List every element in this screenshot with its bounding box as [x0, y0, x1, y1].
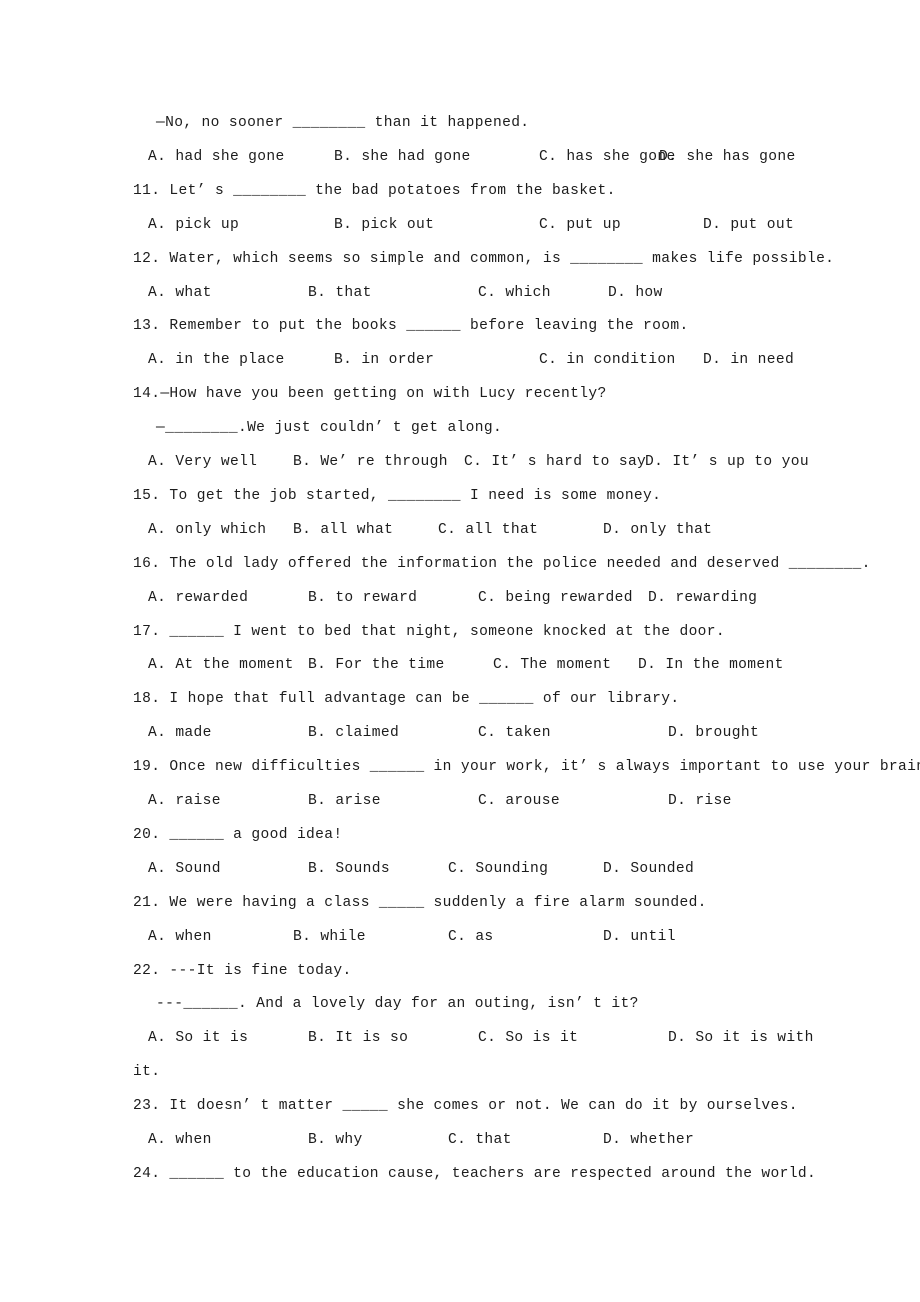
option-a[interactable]: A. in the place [148, 350, 285, 370]
option-b[interactable]: B. pick out [334, 215, 434, 235]
option-d[interactable]: D. until [603, 927, 676, 947]
option-c[interactable]: C. It’ s hard to say [464, 452, 646, 472]
option-c[interactable]: C. The moment [493, 655, 611, 675]
option-a[interactable]: A. when [148, 1130, 212, 1150]
option-b[interactable]: B. while [293, 927, 366, 947]
text-continuation: it. [133, 1064, 161, 1081]
option-c[interactable]: C. has she gone [539, 147, 676, 167]
option-d[interactable]: D. rise [668, 791, 732, 811]
option-a[interactable]: A. raise [148, 791, 221, 811]
option-a[interactable]: A. rewarded [148, 588, 248, 608]
option-d[interactable]: D. she has gone [659, 147, 796, 167]
option-c[interactable]: C. being rewarded [478, 588, 633, 608]
option-row: A. At the moment B. For the time C. The mo… [148, 655, 848, 675]
option-d[interactable]: D. whether [603, 1130, 694, 1150]
option-c[interactable]: C. in condition [539, 350, 676, 370]
option-c[interactable]: C. taken [478, 723, 551, 743]
question-stem: 12. Water, which seems so simple and com… [133, 250, 835, 267]
option-b[interactable]: B. arise [308, 791, 381, 811]
document-page: —No, no sooner ________ than it happened… [0, 0, 920, 1302]
question-stem: 11. Let’ s ________ the bad potatoes fro… [133, 182, 616, 199]
option-row: A. made B. claimed C. taken D. brought [148, 723, 848, 743]
option-row: A. pick up B. pick out C. put up D. put out [148, 215, 848, 235]
option-a[interactable]: A. made [148, 723, 212, 743]
option-row: A. only which B. all what C. all that D. on… [148, 520, 848, 540]
option-b[interactable]: B. For the time [308, 655, 445, 675]
option-b[interactable]: B. We’ re through [293, 452, 448, 472]
question-stem-continued: —________.We just couldn’ t get along. [156, 420, 503, 437]
option-a[interactable]: A. when [148, 927, 212, 947]
option-c[interactable]: C. arouse [478, 791, 560, 811]
question-stem: 15. To get the job started, ________ I n… [133, 487, 662, 504]
option-a[interactable]: A. only which [148, 520, 266, 540]
option-row: A. had she gone B. she had gone C. has she… [148, 147, 848, 167]
question-stem: 18. I hope that full advantage can be __… [133, 691, 680, 708]
option-b[interactable]: B. in order [334, 350, 434, 370]
option-b[interactable]: B. It is so [308, 1028, 408, 1048]
question-stem: 22. ---It is fine today. [133, 962, 352, 979]
question-stem: 19. Once new difficulties ______ in your… [133, 759, 920, 776]
option-row: A. when B. while C. as D. until [148, 927, 848, 947]
option-d[interactable]: D. only that [603, 520, 712, 540]
question-stem: 24. ______ to the education cause, teach… [133, 1165, 817, 1182]
option-row: A. raise B. arise C. arouse D. rise [148, 791, 848, 811]
option-row: A. Very well B. We’ re through C. It’ s ha… [148, 452, 848, 472]
option-row: A. rewarded B. to reward C. being rewarded… [148, 588, 848, 608]
option-a[interactable]: A. had she gone [148, 147, 285, 167]
option-a[interactable]: A. Sound [148, 859, 221, 879]
question-stem-continued: ---______. And a lovely day for an outin… [156, 996, 639, 1013]
question-stem: 21. We were having a class _____ suddenl… [133, 894, 707, 911]
question-stem: 20. ______ a good idea! [133, 826, 343, 843]
option-row: A. in the place B. in order C. in conditio… [148, 350, 848, 370]
option-d[interactable]: D. So it is with [668, 1028, 814, 1048]
option-c[interactable]: C. that [448, 1130, 512, 1150]
option-b[interactable]: B. to reward [308, 588, 417, 608]
option-c[interactable]: C. So is it [478, 1028, 578, 1048]
option-a[interactable]: A. what [148, 283, 212, 303]
question-stem: 17. ______ I went to bed that night, som… [133, 623, 725, 640]
option-c[interactable]: C. as [448, 927, 494, 947]
option-c[interactable]: C. Sounding [448, 859, 548, 879]
option-d[interactable]: D. put out [703, 215, 794, 235]
question-stem-continued: —No, no sooner ________ than it happened… [156, 115, 530, 131]
option-row: A. Sound B. Sounds C. Sounding D. Sounded [148, 859, 848, 879]
option-c[interactable]: C. all that [438, 520, 538, 540]
question-stem: 16. The old lady offered the information… [133, 555, 871, 572]
option-d[interactable]: D. In the moment [638, 655, 784, 675]
question-stem: 23. It doesn’ t matter _____ she comes o… [133, 1098, 798, 1115]
option-d[interactable]: D. rewarding [648, 588, 757, 608]
option-c[interactable]: C. which [478, 283, 551, 303]
option-b[interactable]: B. Sounds [308, 859, 390, 879]
option-d[interactable]: D. Sounded [603, 859, 694, 879]
option-b[interactable]: B. that [308, 283, 372, 303]
option-row: A. what B. that C. which D. how [148, 283, 848, 303]
option-row: A. So it is B. It is so C. So is it D. So i… [148, 1028, 848, 1048]
option-d[interactable]: D. in need [703, 350, 794, 370]
option-c[interactable]: C. put up [539, 215, 621, 235]
question-stem: 14.—How have you been getting on with Lu… [133, 386, 607, 403]
option-d[interactable]: D. how [608, 283, 663, 303]
option-b[interactable]: B. why [308, 1130, 363, 1150]
option-a[interactable]: A. Very well [148, 452, 257, 472]
option-d[interactable]: D. It’ s up to you [645, 452, 809, 472]
question-stem: 13. Remember to put the books ______ bef… [133, 318, 689, 335]
option-b[interactable]: B. all what [293, 520, 393, 540]
option-row: A. when B. why C. that D. whether [148, 1130, 848, 1150]
option-d[interactable]: D. brought [668, 723, 759, 743]
option-a[interactable]: A. So it is [148, 1028, 248, 1048]
option-a[interactable]: A. pick up [148, 215, 239, 235]
option-a[interactable]: A. At the moment [148, 655, 294, 675]
option-b[interactable]: B. she had gone [334, 147, 471, 167]
option-b[interactable]: B. claimed [308, 723, 399, 743]
